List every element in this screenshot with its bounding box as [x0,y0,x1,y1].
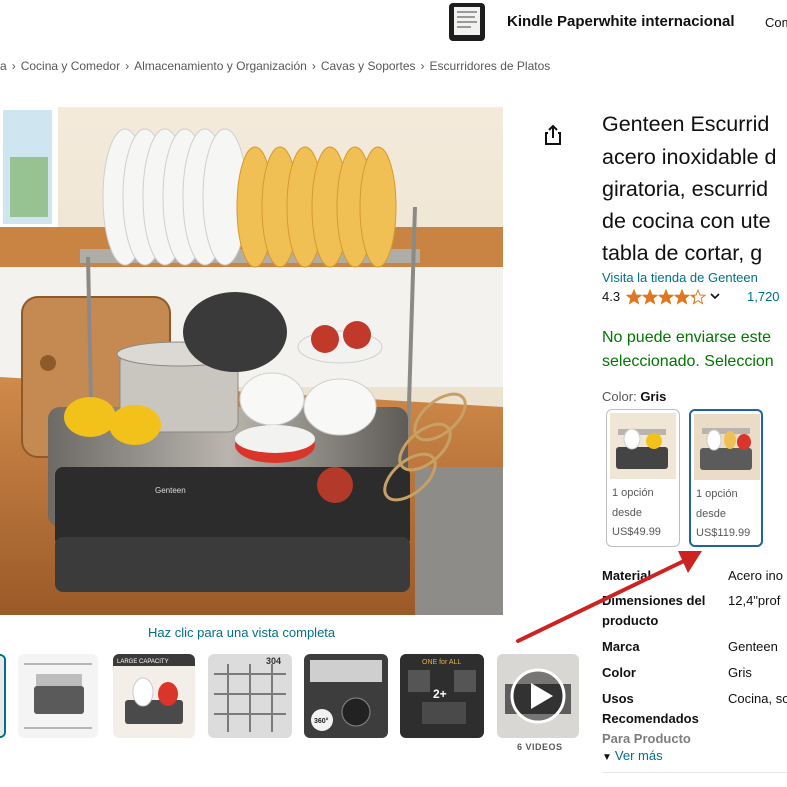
thumbnail-3[interactable]: LARGE CAPACITY [113,654,195,738]
main-product-image[interactable]: Genteen [0,107,503,615]
rating-count-link[interactable]: 1,720 [747,289,780,304]
product-title-line-4: de cocina con ute [602,209,771,233]
color-option-1[interactable]: 1 opción desde US$49.99 [606,409,680,547]
product-title-line-5: tabla de cortar, g [602,241,763,265]
spec-label-brand: Marca [602,637,640,657]
kindle-banner-extra[interactable]: Com [765,15,787,30]
spec-value-uses: Cocina, so [728,691,787,706]
spec-label-line: Marca [602,639,640,654]
color-option-2-line1: 1 opción [696,488,738,500]
color-option-2-price: US$119.99 [696,527,751,539]
see-more-label: Ver más [614,748,663,763]
see-more-link[interactable]: ▼ Ver más [602,748,663,763]
spec-label-line: Usos [602,691,634,706]
breadcrumb-item-escurridores[interactable]: Escurridores de Platos [430,59,551,73]
spec-label-color: Color [602,663,636,683]
stainless-steel-thumbnail-icon: 304 [208,654,292,738]
breadcrumb-separator: › [311,59,316,73]
thumbnail-2[interactable] [18,654,98,738]
breadcrumb-item-cavas-soportes[interactable]: Cavas y Soportes [321,59,416,73]
rotating-spout-thumbnail-icon: 360° [304,654,388,738]
store-link[interactable]: Visita la tienda de Genteen [602,270,758,285]
spec-label-line: Dimensiones del [602,593,706,608]
breadcrumb: a › Cocina y Comedor › Almacenamiento y Orga… [0,59,550,73]
breadcrumb-separator: › [11,59,16,73]
product-angle-thumbnail-icon [0,656,4,736]
color-option-2-image [694,414,760,480]
one-for-all-badge: 2+ [433,687,447,701]
color-label: Color: Gris [602,389,666,404]
color-option-2-line2: desde [696,508,726,520]
spec-label-line: Recomendados [602,711,699,726]
chevron-down-icon[interactable] [709,290,721,302]
breadcrumb-item-cocina-comedor[interactable]: Cocina y Comedor [21,59,120,73]
brand-mark: Genteen [155,486,186,495]
spec-value-material: Acero ino [728,568,783,583]
spec-label-line: producto [602,613,659,628]
shipping-notice-line-1: No puede enviarse este [602,329,771,346]
one-for-all-caption: ONE for ALL [422,659,461,666]
video-play-icon [497,654,579,738]
kindle-banner-title[interactable]: Kindle Paperwhite internacional [507,13,735,30]
kindle-banner[interactable]: Kindle Paperwhite internacional Com [0,0,787,44]
large-capacity-caption: LARGE CAPACITY [117,659,169,665]
large-capacity-thumbnail-icon: LARGE CAPACITY [113,654,195,738]
product-title-line-3: giratoria, escurrid [602,177,769,201]
product-title-line-1: Genteen Escurrid [602,112,770,136]
color-option-1-line2: desde [612,507,642,519]
star-rating-icon[interactable] [626,289,706,305]
rotation-badge: 360° [314,717,329,725]
kindle-device-icon [449,3,485,41]
spec-label-line: Para Producto [602,731,691,746]
color-option-1-line1: 1 opción [612,487,654,499]
spec-label-material: Material [602,566,651,586]
spec-label-line: Material [602,568,652,583]
videos-count-label[interactable]: 6 VIDEOS [517,742,563,752]
breadcrumb-separator: › [125,59,130,73]
one-for-all-thumbnail-icon: ONE for ALL 2+ [400,654,484,738]
breadcrumb-lead[interactable]: a [0,59,7,73]
breadcrumb-item-almacenamiento[interactable]: Almacenamiento y Organización [134,59,307,73]
color-option-2[interactable]: 1 opción desde US$119.99 [689,409,763,547]
spec-label-uses: Usos Recomendados Para Producto [602,689,699,749]
thumbnail-1[interactable] [0,654,6,738]
color-option-1-price: US$49.99 [612,526,661,538]
selected-color-name: Gris [640,389,667,404]
view-full-link[interactable]: Haz clic para una vista completa [148,625,335,640]
steel-grade-caption: 304 [266,656,281,666]
dish-rack-photo: Genteen [0,107,503,615]
dimensions-thumbnail-icon [18,654,98,738]
spec-value-dimensions: 12,4"prof [728,593,781,608]
thumbnail-6[interactable]: ONE for ALL 2+ [400,654,484,738]
color-label-text: Color: [602,389,637,404]
spec-value-color: Gris [728,665,752,680]
color-option-1-image [610,413,676,479]
thumbnail-video[interactable] [497,654,579,738]
chevron-down-icon: ▼ [602,752,612,763]
breadcrumb-separator: › [420,59,425,73]
rating-value: 4.3 [602,289,621,304]
product-title-line-2: acero inoxidable d [602,145,777,169]
share-icon[interactable] [541,123,565,147]
spec-label-line: Color [602,665,636,680]
spec-value-brand: Genteen [728,639,778,654]
spec-label-dimensions: Dimensiones del producto [602,591,705,631]
divider [602,772,787,773]
shipping-notice-line-2[interactable]: seleccionado. Seleccion [602,353,774,371]
thumbnail-4[interactable]: 304 [208,654,292,738]
thumbnail-5[interactable]: 360° [304,654,388,738]
